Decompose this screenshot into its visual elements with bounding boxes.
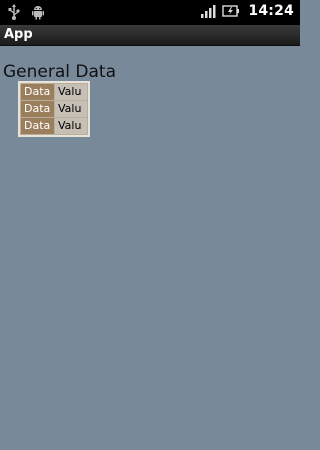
table-row: Data Valu xyxy=(21,84,87,100)
app-title-bar: App xyxy=(0,25,300,46)
section-heading: General Data xyxy=(3,62,116,82)
table-row: Data Valu xyxy=(21,118,87,134)
table-row: Data Valu xyxy=(21,101,87,117)
battery-icon xyxy=(222,3,240,19)
app-title: App xyxy=(4,27,33,42)
table-key-cell: Data xyxy=(21,84,54,100)
status-time: 14:24 xyxy=(248,3,294,19)
table-value-cell: Valu xyxy=(55,118,87,134)
android-debug-icon xyxy=(30,4,46,20)
table-key-cell: Data xyxy=(21,101,54,117)
signal-icon xyxy=(200,3,216,19)
table-value-cell: Valu xyxy=(55,101,87,117)
data-table: Data Valu Data Valu Data Valu xyxy=(18,81,90,137)
table-key-cell: Data xyxy=(21,118,54,134)
status-bar: 14:24 xyxy=(0,0,300,25)
table-value-cell: Valu xyxy=(55,84,87,100)
usb-icon xyxy=(6,4,22,20)
